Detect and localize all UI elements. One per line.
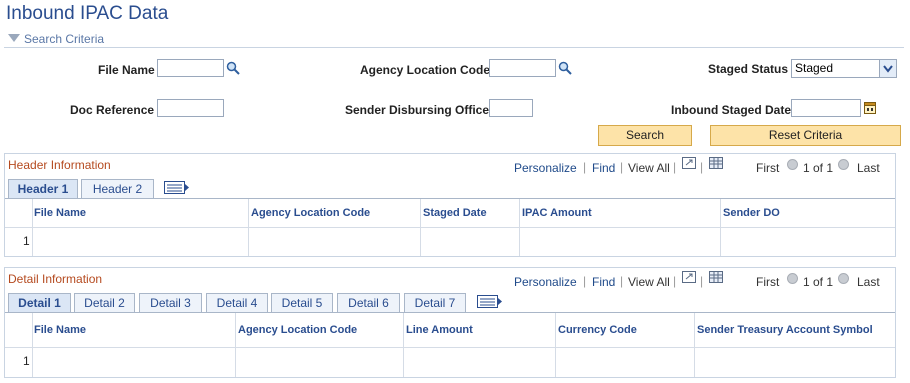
col-divider [694,313,695,377]
col-divider [248,199,249,256]
row-range: 1 of 1 [803,275,834,289]
table-row: 1 [23,234,30,248]
collapse-triangle-icon[interactable] [8,34,20,42]
separator: | [583,274,587,288]
search-button[interactable]: Search [598,125,692,146]
agency-location-code-label: Agency Location Code [360,63,491,77]
doc-reference-label: Doc Reference [70,103,155,117]
tab-detail-3[interactable]: Detail 3 [139,293,202,312]
zoom-icon[interactable] [682,157,696,169]
col-ipac-amount: IPAC Amount [522,207,592,219]
row-range: 1 of 1 [803,161,834,175]
file-name-input[interactable] [157,59,224,77]
find-link[interactable]: Find [592,275,615,289]
col-agency-location-code: Agency Location Code [238,324,358,336]
zoom-icon[interactable] [682,271,696,283]
col-sender-treasury-account-symbol: Sender Treasury Account Symbol [697,324,873,336]
col-divider [555,313,556,377]
download-icon[interactable] [709,157,723,169]
header-grid-title: Header Information [8,158,111,172]
tab-header-2[interactable]: Header 2 [81,179,154,198]
col-divider [519,199,520,256]
tab-detail-7[interactable]: Detail 7 [404,293,466,312]
personalize-link[interactable]: Personalize [514,161,577,175]
magnifier-icon[interactable] [558,61,572,75]
row-divider [5,227,895,228]
last-label[interactable]: Last [857,275,880,289]
view-all-link[interactable]: View All [628,161,670,175]
calendar-icon[interactable] [864,101,876,114]
view-all-link[interactable]: View All [628,275,670,289]
col-divider [720,199,721,256]
tab-detail-6[interactable]: Detail 6 [337,293,400,312]
col-file-name: File Name [34,207,86,219]
file-name-label: File Name [98,63,155,77]
agency-location-code-input[interactable] [489,59,556,77]
separator: | [700,274,704,288]
col-divider [420,199,421,256]
sender-disbursing-office-label: Sender Disbursing Office [345,103,490,117]
first-label[interactable]: First [756,161,779,175]
col-currency-code: Currency Code [558,324,637,336]
col-divider [32,199,33,256]
show-all-columns-icon[interactable] [477,295,503,308]
personalize-link[interactable]: Personalize [514,275,577,289]
row-divider [5,347,895,348]
tab-divider [5,312,895,313]
separator: | [700,160,704,174]
magnifier-icon[interactable] [226,61,240,75]
reset-criteria-button[interactable]: Reset Criteria [710,125,901,146]
arrow-right-icon[interactable] [838,159,849,170]
first-label[interactable]: First [756,275,779,289]
col-file-name: File Name [34,324,86,336]
search-criteria-bar [4,31,904,48]
tab-detail-4[interactable]: Detail 4 [206,293,268,312]
col-staged-date: Staged Date [423,207,487,219]
col-sender-do: Sender DO [723,207,780,219]
col-line-amount: Line Amount [406,324,473,336]
separator: | [620,160,624,174]
separator: | [673,160,677,174]
col-divider [403,313,404,377]
download-icon[interactable] [709,271,723,283]
separator: | [673,274,677,288]
staged-status-label: Staged Status [708,62,789,76]
col-divider [235,313,236,377]
tab-detail-2[interactable]: Detail 2 [74,293,135,312]
tab-header-1[interactable]: Header 1 [8,179,78,198]
last-label[interactable]: Last [857,161,880,175]
inbound-staged-date-label: Inbound Staged Date [671,103,791,117]
inbound-staged-date-input[interactable] [791,99,861,117]
sender-disbursing-office-input[interactable] [489,99,533,117]
separator: | [583,160,587,174]
doc-reference-input[interactable] [157,99,224,117]
chevron-down-icon[interactable] [879,60,896,77]
search-criteria-label[interactable]: Search Criteria [24,32,104,46]
arrow-left-icon[interactable] [787,159,798,170]
arrow-left-icon[interactable] [787,273,798,284]
tab-detail-5[interactable]: Detail 5 [271,293,333,312]
page-title: Inbound IPAC Data [6,3,169,24]
staged-status-select[interactable]: Staged [791,59,897,78]
tab-detail-1[interactable]: Detail 1 [8,293,71,312]
table-row: 1 [23,354,30,368]
separator: | [620,274,624,288]
detail-grid-title: Detail Information [8,272,103,286]
find-link[interactable]: Find [592,161,615,175]
col-agency-location-code: Agency Location Code [251,207,371,219]
show-all-columns-icon[interactable] [164,181,190,194]
staged-status-value: Staged [795,61,834,75]
tab-divider [5,198,895,199]
arrow-right-icon[interactable] [838,273,849,284]
col-divider [32,313,33,377]
